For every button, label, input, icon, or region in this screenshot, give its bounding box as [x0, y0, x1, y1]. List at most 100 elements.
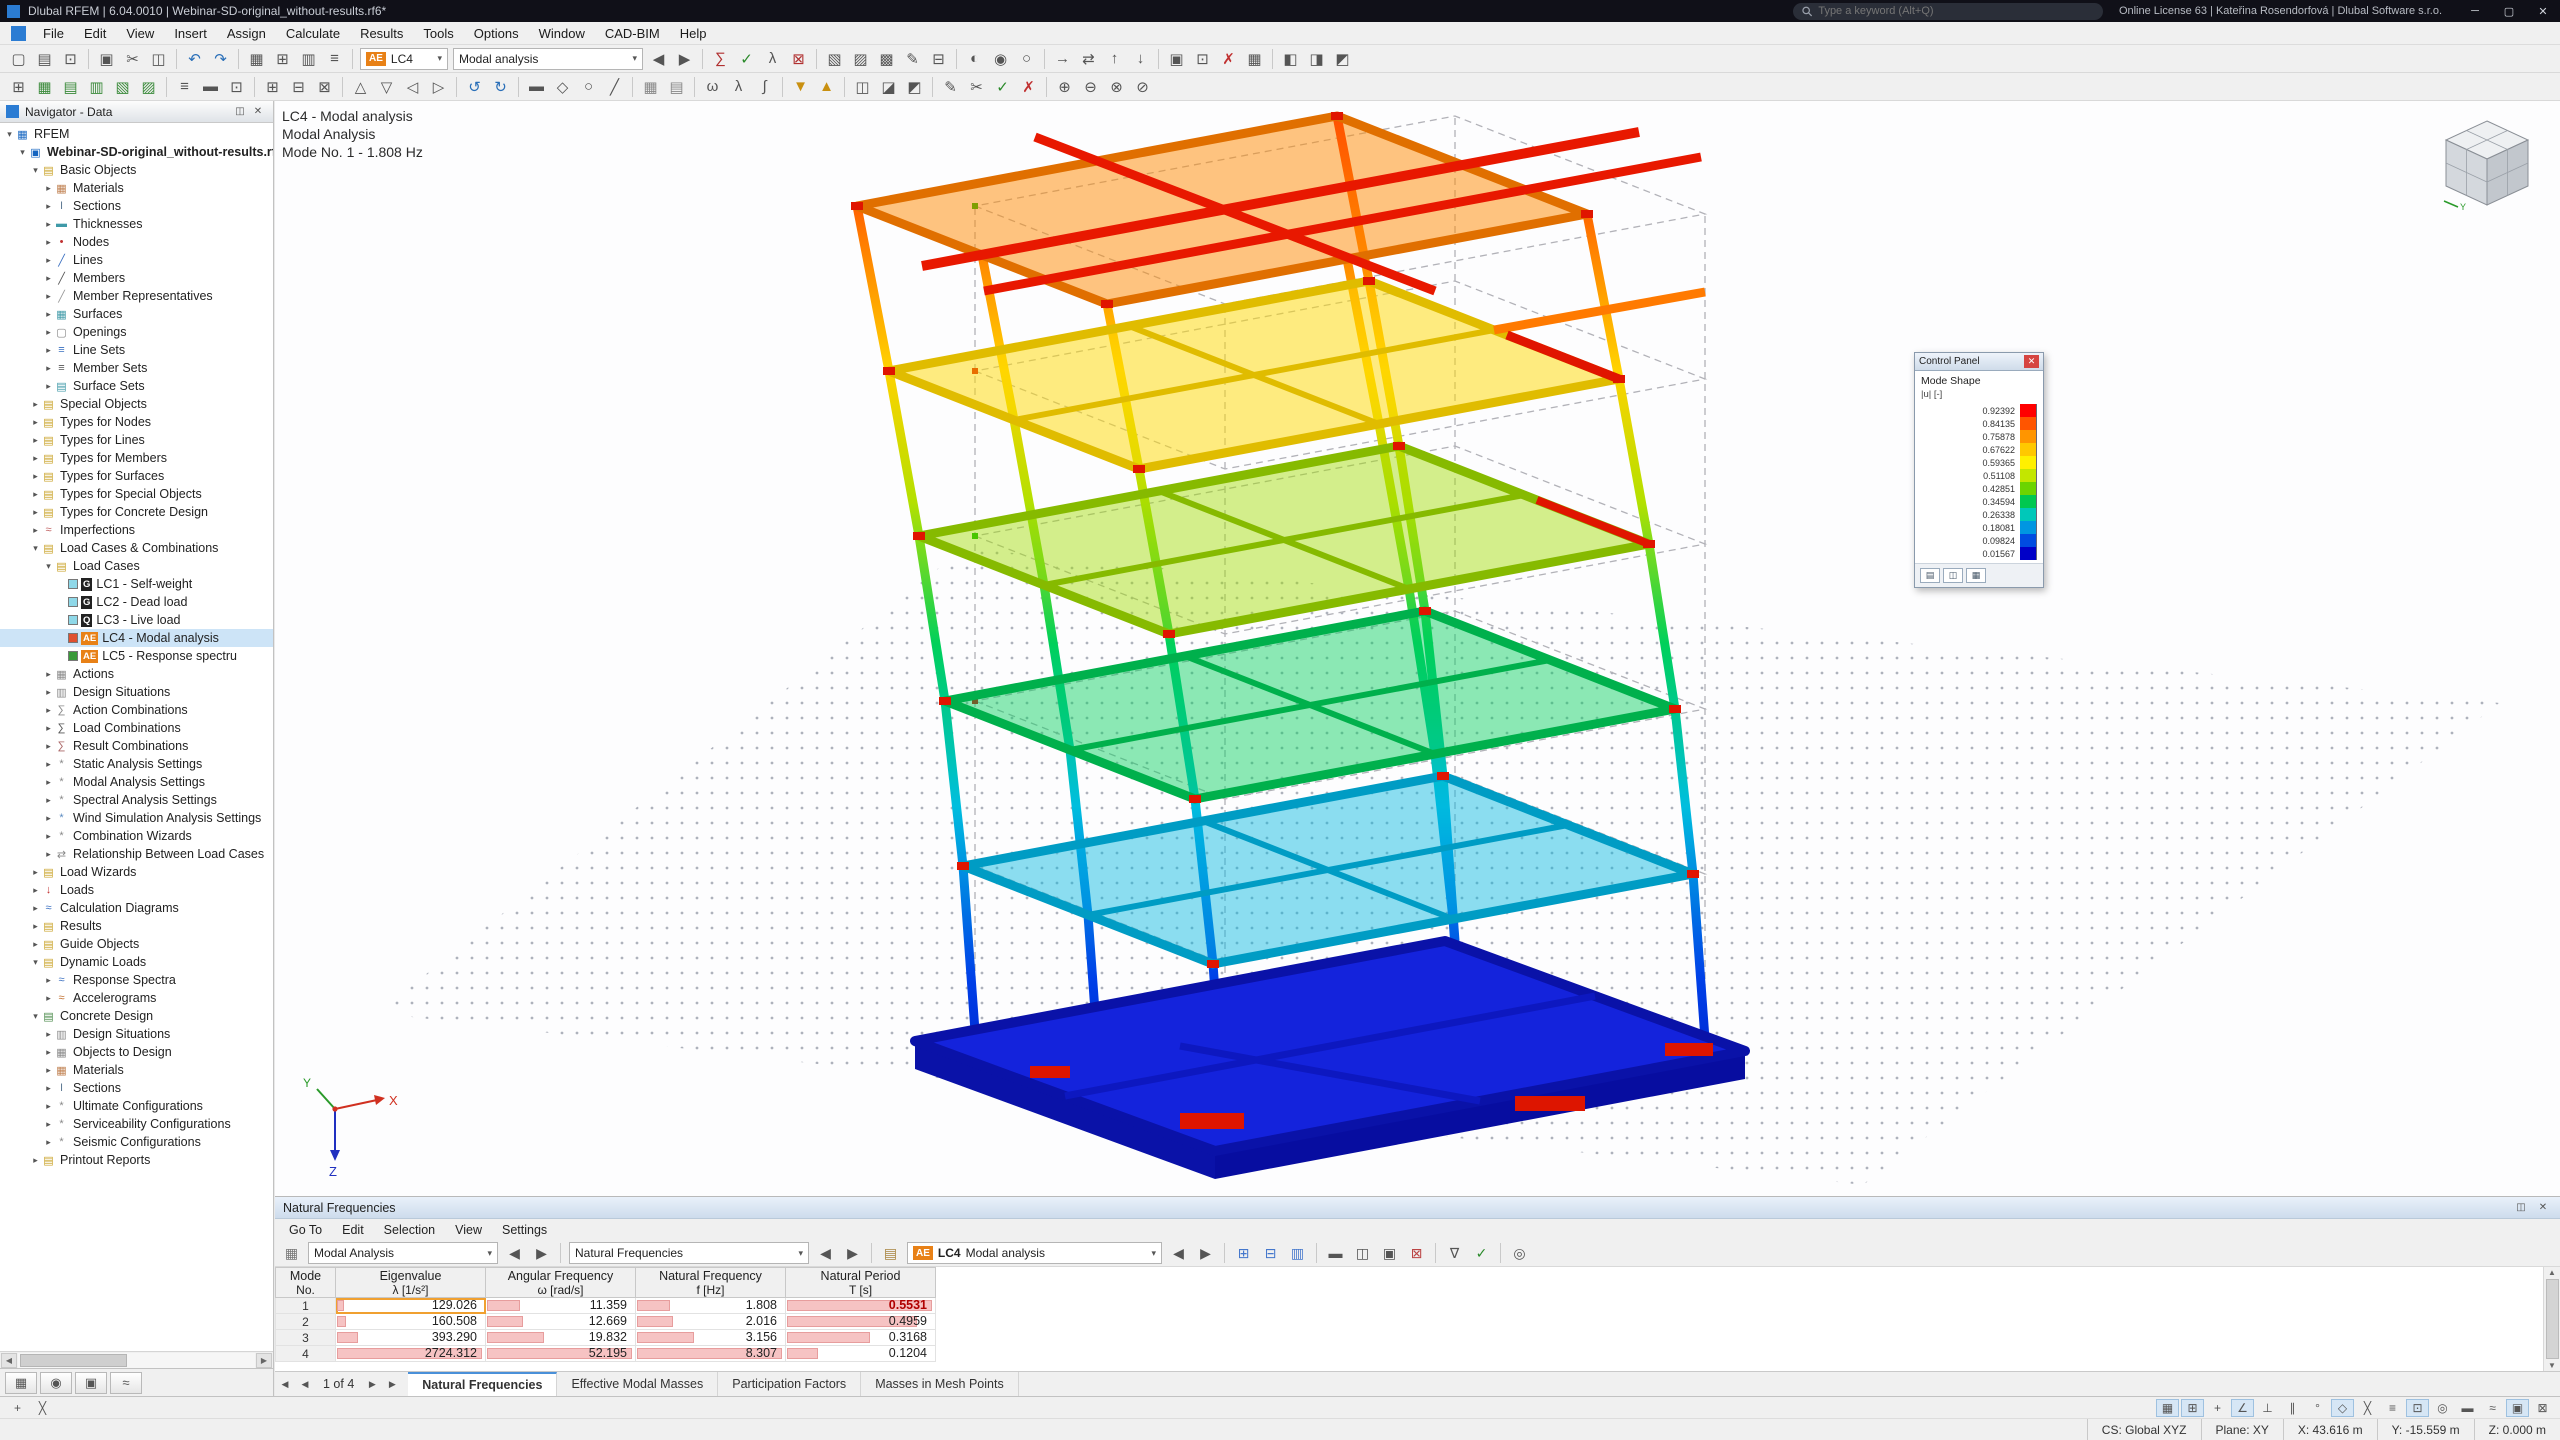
edit-button[interactable]: ✎	[900, 47, 925, 71]
tree-item-thicknesses[interactable]: ▸ ▬ Thicknesses	[0, 215, 273, 233]
last-page-button[interactable]: ▶	[382, 1372, 402, 1396]
keyword-search-input[interactable]	[1818, 5, 2094, 17]
expand-arrow-icon[interactable]: ▸	[43, 1137, 54, 1148]
cell-angular-frequency[interactable]: 11.359	[485, 1297, 636, 1314]
print-button[interactable]: ▣	[94, 47, 119, 71]
results-menu-settings[interactable]: Settings	[492, 1223, 557, 1237]
expand-arrow-icon[interactable]: ▸	[43, 237, 54, 248]
scrollbar-thumb[interactable]	[20, 1353, 127, 1367]
calculate-all-button[interactable]: ∑	[708, 47, 733, 71]
toolbar-button[interactable]: ▷	[426, 75, 451, 99]
tree-item-ultimate-configurations[interactable]: ▸ * Ultimate Configurations	[0, 1097, 273, 1115]
tree-item-response-spectra[interactable]: ▸ ≈ Response Spectra	[0, 971, 273, 989]
expand-arrow-icon[interactable]: ▸	[43, 669, 54, 680]
cell-eigenvalue[interactable]: 129.026	[335, 1297, 486, 1314]
expand-arrow-icon[interactable]: ▸	[43, 1047, 54, 1058]
menu-options[interactable]: Options	[464, 22, 529, 44]
cell-angular-frequency[interactable]: 19.832	[485, 1329, 636, 1346]
navigator-title-bar[interactable]: Navigator - Data ◫ ✕	[0, 101, 273, 123]
table-row-mode-3[interactable]: 3 393.290 19.832 3.156 0.3168	[275, 1329, 936, 1346]
toolbar-button[interactable]: ⊞	[260, 75, 285, 99]
toolbar-button[interactable]: ✗	[1216, 47, 1241, 71]
toolbar-button[interactable]: ▽	[374, 75, 399, 99]
tree-item-loads[interactable]: ▸ ↓ Loads	[0, 881, 273, 899]
expand-arrow-icon[interactable]: ▸	[43, 255, 54, 266]
tree-item-nodes[interactable]: ▸ • Nodes	[0, 233, 273, 251]
toolbar-button[interactable]: ◧	[1278, 47, 1303, 71]
tree-item-calculation-diagrams[interactable]: ▸ ≈ Calculation Diagrams	[0, 899, 273, 917]
panel-display-factors-button[interactable]: ◫	[1943, 568, 1963, 583]
snap-cross-icon[interactable]: ╳	[31, 1399, 54, 1417]
expand-arrow-icon[interactable]: ▸	[43, 363, 54, 374]
toolbar-button[interactable]: ◪	[876, 75, 901, 99]
previous-page-button[interactable]: ◀	[295, 1372, 315, 1396]
scroll-up-button[interactable]: ▲	[2548, 1268, 2556, 1277]
tree-item-action-combinations[interactable]: ▸ ∑ Action Combinations	[0, 701, 273, 719]
results-panel-title-bar[interactable]: Natural Frequencies ◫ ✕	[275, 1197, 2560, 1219]
snap-angle-toggle[interactable]: ∠	[2231, 1398, 2254, 1417]
expand-arrow-icon[interactable]: ▸	[30, 867, 41, 878]
column-header-angular-frequency[interactable]: Angular Frequency ω [rad/s]	[485, 1267, 636, 1298]
expand-arrow-icon[interactable]: ▸	[43, 183, 54, 194]
toolbar-button[interactable]: ◩	[902, 75, 927, 99]
toolbar-button[interactable]: ▬	[198, 75, 223, 99]
tree-item-materials[interactable]: ▸ ▦ Materials	[0, 179, 273, 197]
expand-arrow-icon[interactable]: ▸	[43, 687, 54, 698]
toolbar-button[interactable]: ▩	[874, 47, 899, 71]
toolbar-button[interactable]: ▨	[848, 47, 873, 71]
scroll-left-button[interactable]: ◀	[1, 1352, 17, 1368]
menu-help[interactable]: Help	[670, 22, 717, 44]
tree-item-accelerograms[interactable]: ▸ ≈ Accelerograms	[0, 989, 273, 1007]
scrollbar-thumb[interactable]	[2545, 1279, 2559, 1359]
toolbar-button[interactable]: ⊕	[1052, 75, 1077, 99]
toolbar-button[interactable]: ⊡	[224, 75, 249, 99]
snap-perpendicular-toggle[interactable]: ⊥	[2256, 1399, 2279, 1417]
undo-button[interactable]: ↶	[182, 47, 207, 71]
tree-item-member-representatives[interactable]: ▸ ╱ Member Representatives	[0, 287, 273, 305]
tab-masses-in-mesh-points[interactable]: Masses in Mesh Points	[861, 1372, 1019, 1396]
toolbar-button[interactable]: ▥	[1285, 1242, 1310, 1264]
load-case-name-combo[interactable]: Modal analysis ▾	[453, 47, 643, 70]
tab-effective-modal-masses[interactable]: Effective Modal Masses	[557, 1372, 719, 1396]
toolbar-button[interactable]: ⊞	[6, 75, 31, 99]
expand-arrow-icon[interactable]: ▸	[30, 885, 41, 896]
snap-intersection-toggle[interactable]: ╳	[2356, 1399, 2379, 1417]
color-legend-icon[interactable]: ▤	[878, 1242, 903, 1264]
tree-item-lc1-self-weight[interactable]: G LC1 - Self-weight	[0, 575, 273, 593]
toolbar-button[interactable]: ▼	[788, 75, 813, 99]
expand-arrow-icon[interactable]: ▸	[43, 327, 54, 338]
toolbar-button[interactable]: ⊠	[1404, 1242, 1429, 1264]
cell-eigenvalue[interactable]: 393.290	[335, 1329, 486, 1346]
redo-button[interactable]: ↷	[208, 47, 233, 71]
tree-item-combination-wizards[interactable]: ▸ * Combination Wizards	[0, 827, 273, 845]
view-navigation-cube[interactable]: Y	[2436, 117, 2538, 211]
tree-item-design-situations[interactable]: ▸ ▥ Design Situations	[0, 1025, 273, 1043]
tree-item-lines[interactable]: ▸ ╱ Lines	[0, 251, 273, 269]
results-menu-view[interactable]: View	[445, 1223, 492, 1237]
results-navigator-button[interactable]: ≈	[110, 1371, 142, 1394]
menu-insert[interactable]: Insert	[164, 22, 217, 44]
tree-item-printout-reports[interactable]: ▸ ▤ Printout Reports	[0, 1151, 273, 1169]
tree-item-member-sets[interactable]: ▸ ≡ Member Sets	[0, 359, 273, 377]
expand-arrow-icon[interactable]: ▸	[43, 759, 54, 770]
toolbar-button[interactable]: ▤	[58, 75, 83, 99]
expand-arrow-icon[interactable]: ▸	[43, 975, 54, 986]
collapse-arrow-icon[interactable]: ▾	[30, 957, 41, 968]
guideline-toggle[interactable]: ▬	[2456, 1399, 2479, 1417]
expand-arrow-icon[interactable]: ▸	[43, 1101, 54, 1112]
cell-natural-period[interactable]: 0.1204	[785, 1345, 936, 1362]
expand-arrow-icon[interactable]: ▸	[43, 795, 54, 806]
row-header[interactable]: 2	[275, 1313, 336, 1330]
float-results-panel-button[interactable]: ◫	[2512, 1200, 2530, 1216]
next-load-case-button[interactable]: ▶	[672, 47, 697, 71]
toolbar-button[interactable]: ✓	[990, 75, 1015, 99]
menu-edit[interactable]: Edit	[74, 22, 116, 44]
collapse-arrow-icon[interactable]: ▾	[17, 147, 28, 158]
toolbar-button[interactable]: ⊞	[270, 47, 295, 71]
expand-arrow-icon[interactable]: ▸	[43, 1065, 54, 1076]
toolbar-button[interactable]: ▥	[296, 47, 321, 71]
menu-cad-bim[interactable]: CAD-BIM	[595, 22, 670, 44]
tree-item-materials[interactable]: ▸ ▦ Materials	[0, 1061, 273, 1079]
snap-off-toggle[interactable]: ⊠	[2531, 1399, 2554, 1417]
print-table-button[interactable]: ▣	[1377, 1242, 1402, 1264]
